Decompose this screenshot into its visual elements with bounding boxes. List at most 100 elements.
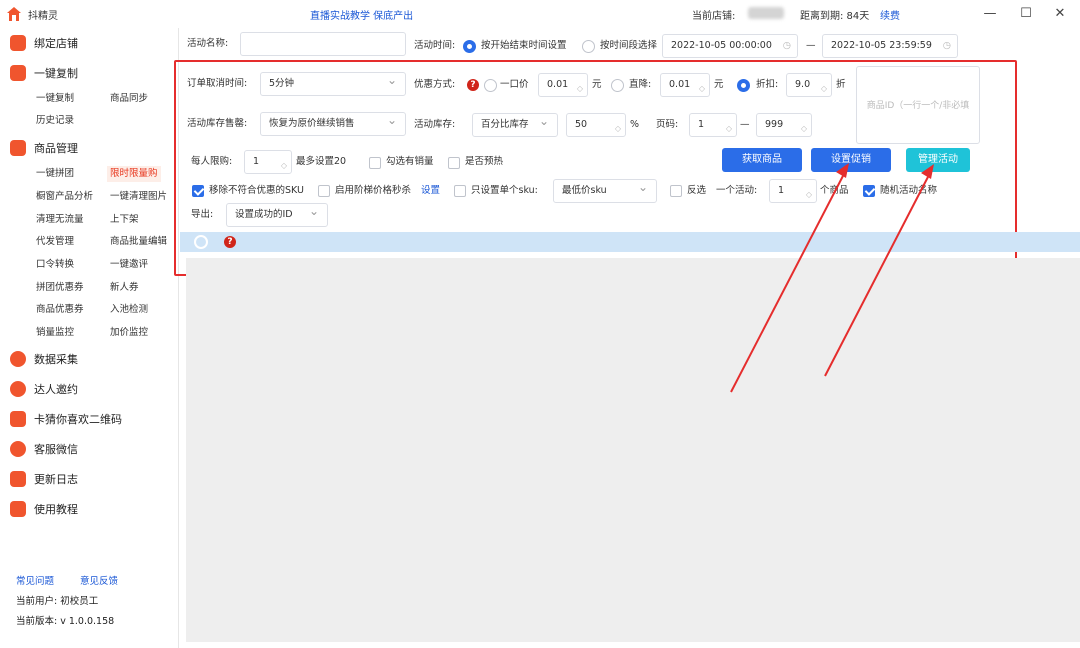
promo-link[interactable]: 直播实战教学 保底产出 — [310, 7, 413, 22]
sidebar-sub-window-analysis[interactable]: 橱窗产品分析 — [36, 189, 93, 205]
zhe-unit: 折 — [836, 79, 846, 90]
get-products-button[interactable]: 获取商品 — [722, 148, 802, 172]
end-time-input[interactable]: 2022-10-05 23:59:59 ◷ — [822, 34, 958, 58]
order-cancel-select[interactable]: 5分钟 — [260, 72, 406, 96]
sidebar-sub-flash-sale[interactable]: 限时限量购 — [107, 166, 161, 182]
sidebar-item-influencer[interactable]: 达人邀约 — [10, 378, 78, 400]
maximize-button[interactable]: ☐ — [1012, 4, 1040, 24]
time-dash: — — [806, 40, 816, 51]
clock-icon: ◷ — [782, 40, 791, 51]
sidebar-sub-pool-check[interactable]: 入池检测 — [110, 302, 148, 318]
sidebar-sub-product-coupon[interactable]: 商品优惠券 — [36, 302, 84, 318]
sidebar-item-one-click-copy[interactable]: 一键复制 — [10, 62, 78, 84]
sidebar-sub-dropship[interactable]: 代发管理 — [36, 234, 74, 250]
discount-radio-rebate[interactable] — [737, 79, 750, 92]
single-sku-select[interactable]: 最低价sku — [553, 179, 657, 203]
time-mode-radio-start-end[interactable] — [463, 40, 476, 53]
check-random-name[interactable] — [863, 185, 875, 197]
ladder-settings-link[interactable]: 设置 — [421, 180, 440, 202]
direct-cut-label: 直降: — [629, 79, 652, 90]
check-has-sales[interactable] — [369, 157, 381, 169]
sidebar-sub-group-coupon[interactable]: 拼团优惠券 — [36, 280, 84, 296]
check-reverse-label: 反选 — [687, 185, 707, 196]
sidebar-sub-sync[interactable]: 商品同步 — [110, 91, 148, 107]
shop-name-blurred — [748, 7, 784, 19]
renew-link[interactable]: 续费 — [880, 7, 900, 22]
select-all-radio[interactable] — [194, 235, 208, 249]
check-ladder-label: 启用阶梯价格秒杀 — [335, 185, 412, 196]
stepper-icon: ◇ — [820, 84, 827, 93]
stock-mode-select[interactable]: 百分比库存 — [472, 113, 558, 137]
one-price-input[interactable]: 0.01 ◇ — [538, 73, 588, 97]
sidebar-sub-new-user-coupon[interactable]: 新人券 — [110, 280, 139, 296]
direct-cut-input[interactable]: 0.01 ◇ — [660, 73, 710, 97]
limit-input[interactable]: 1 ◇ — [244, 150, 292, 174]
sidebar-sub-price-monitor[interactable]: 加价监控 — [110, 325, 148, 341]
export-select[interactable]: 设置成功的ID — [226, 203, 328, 227]
sidebar-sub-clean-traffic[interactable]: 清理无流量 — [36, 212, 84, 228]
sidebar-item-changelog[interactable]: 更新日志 — [10, 468, 78, 490]
sidebar-sub-batch-edit[interactable]: 商品批量编辑 — [110, 234, 167, 250]
stock-value-input[interactable]: 50 ◇ — [566, 113, 626, 137]
book-icon — [10, 501, 26, 517]
discount-radio-one-price[interactable] — [484, 79, 497, 92]
sidebar-item-qrcode[interactable]: 卡猜你喜欢二维码 — [10, 408, 122, 430]
sidebar-sub-code-convert[interactable]: 口令转换 — [36, 257, 74, 273]
lightning-icon — [10, 351, 26, 367]
faq-link[interactable]: 常见问题 — [16, 573, 54, 587]
activity-name-input[interactable] — [240, 32, 406, 56]
sidebar-sub-shelf[interactable]: 上下架 — [110, 212, 139, 228]
list-icon — [10, 471, 26, 487]
minimize-button[interactable]: — — [976, 4, 1004, 24]
current-version: 当前版本: v 1.0.0.158 — [16, 616, 115, 627]
app-logo-icon — [7, 7, 21, 21]
discount-radio-direct-cut[interactable] — [611, 79, 624, 92]
stock-label: 活动库存: — [414, 119, 456, 130]
stepper-icon: ◇ — [800, 124, 807, 133]
check-remove-sku[interactable] — [192, 185, 204, 197]
stepper-icon: ◇ — [698, 84, 705, 93]
check-reverse[interactable] — [670, 185, 682, 197]
feedback-link[interactable]: 意见反馈 — [80, 573, 118, 587]
per-activity-input[interactable]: 1 ◇ — [769, 179, 817, 203]
discount-mode-label: 优惠方式: — [414, 79, 456, 90]
check-ladder[interactable] — [318, 185, 330, 197]
time-mode-period-label: 按时间段选择 — [600, 40, 658, 51]
help-icon[interactable]: ? — [224, 236, 236, 248]
sidebar-item-data-collect[interactable]: 数据采集 — [10, 348, 78, 370]
page-from-input[interactable]: 1 ◇ — [689, 113, 737, 137]
sidebar-sub-clean-images[interactable]: 一键清理图片 — [110, 189, 167, 205]
sidebar-item-product-manage[interactable]: 商品管理 — [10, 137, 78, 159]
check-random-name-label: 随机活动名称 — [880, 185, 938, 196]
close-button[interactable]: ✕ — [1046, 4, 1074, 24]
stock-sold-out-select[interactable]: 恢复为原价继续销售 — [260, 112, 406, 136]
shop-icon — [10, 35, 26, 51]
sidebar-sub-sales-monitor[interactable]: 销量监控 — [36, 325, 74, 341]
manage-activity-button[interactable]: 管理活动 — [906, 148, 970, 172]
copy-icon — [10, 65, 26, 81]
rebate-input[interactable]: 9.0 ◇ — [786, 73, 832, 97]
check-single-sku-label: 只设置单个sku: — [471, 185, 538, 196]
page-to-input[interactable]: 999 ◇ — [756, 113, 812, 137]
check-presale-label: 是否预热 — [465, 156, 504, 167]
activity-name-label: 活动名称: — [187, 38, 229, 49]
sidebar-sub-group[interactable]: 一键拼团 — [36, 166, 74, 182]
sidebar-sub-history[interactable]: 历史记录 — [36, 113, 74, 129]
sidebar-sub-copy[interactable]: 一键复制 — [36, 91, 74, 107]
sidebar-item-service[interactable]: 客服微信 — [10, 438, 78, 460]
start-time-input[interactable]: 2022-10-05 00:00:00 ◷ — [662, 34, 798, 58]
product-id-textarea[interactable]: 商品ID（一行一个/非必填 — [856, 66, 980, 144]
heart-icon — [10, 411, 26, 427]
stock-sold-out-label: 活动库存售罄: — [187, 118, 248, 129]
sidebar-item-bind-shop[interactable]: 绑定店铺 — [10, 32, 78, 54]
help-icon[interactable]: ? — [467, 79, 479, 91]
stepper-icon: ◇ — [614, 124, 621, 133]
sidebar-sub-invite-review[interactable]: 一键邀评 — [110, 257, 148, 273]
check-presale[interactable] — [448, 157, 460, 169]
stepper-icon: ◇ — [576, 84, 583, 93]
check-single-sku[interactable] — [454, 185, 466, 197]
current-shop-label: 当前店铺: — [692, 11, 736, 22]
time-mode-radio-period[interactable] — [582, 40, 595, 53]
sidebar-item-tutorial[interactable]: 使用教程 — [10, 498, 78, 520]
set-promotion-button[interactable]: 设置促销 — [811, 148, 891, 172]
